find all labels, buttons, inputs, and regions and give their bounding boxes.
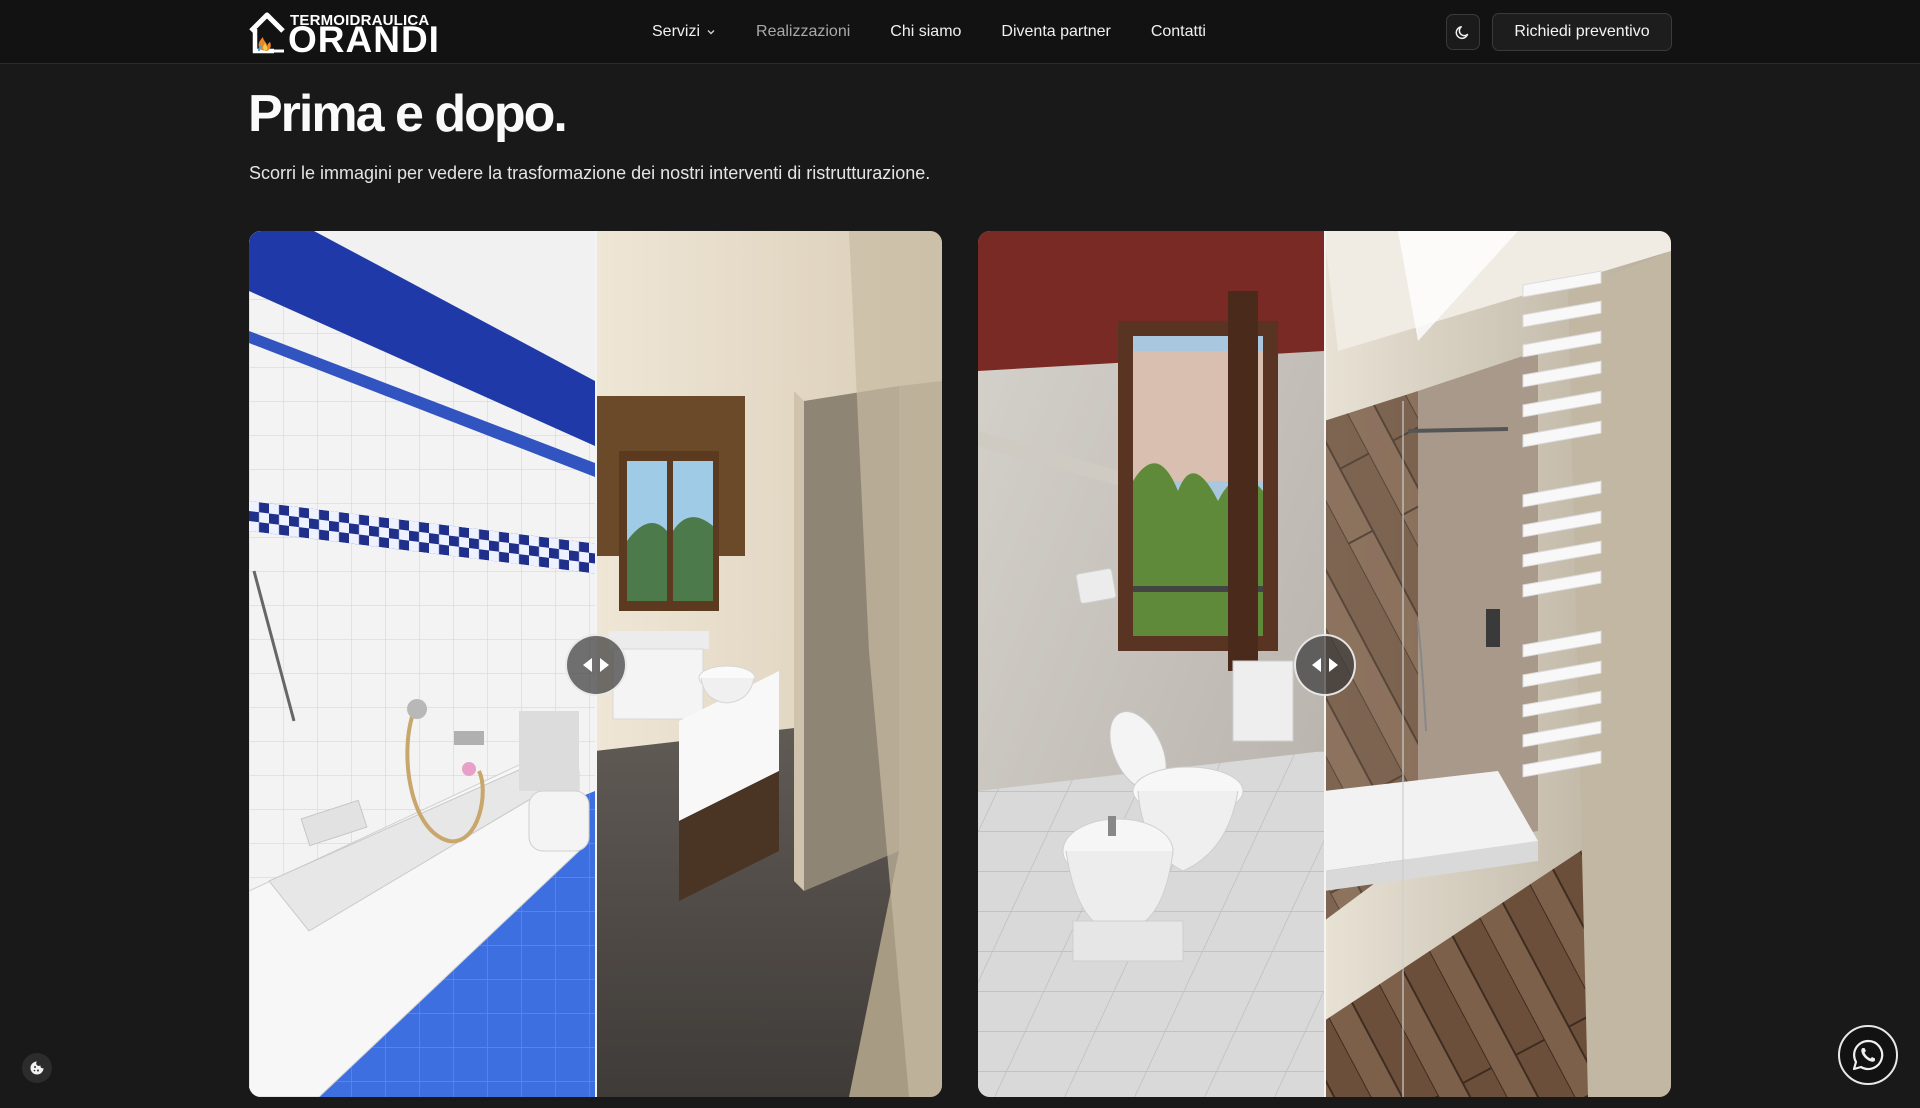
house-flame-icon: [249, 12, 285, 54]
whatsapp-button[interactable]: [1838, 1025, 1898, 1085]
arrows-left-right-icon: [1311, 658, 1338, 672]
theme-toggle-button[interactable]: [1446, 14, 1480, 50]
nav-item-servizi[interactable]: Servizi: [652, 23, 716, 41]
nav-item-label: Realizzazioni: [756, 23, 851, 40]
nav-item-contatti[interactable]: Contatti: [1151, 23, 1206, 41]
cookie-settings-button[interactable]: [22, 1053, 52, 1083]
page-title: Prima e dopo.: [248, 85, 568, 143]
moon-icon: [1455, 26, 1469, 40]
site-header: TERMOIDRAULICA ORANDI Servizi Realizzazi…: [0, 0, 1920, 64]
request-quote-button[interactable]: Richiedi preventivo: [1492, 13, 1672, 51]
slider-handle[interactable]: [564, 634, 627, 696]
nav-item-label: Contatti: [1150, 23, 1206, 40]
nav-item-diventa-partner[interactable]: Diventa partner: [1001, 23, 1110, 41]
site-logo[interactable]: TERMOIDRAULICA ORANDI: [248, 9, 440, 60]
before-after-slider-2[interactable]: [978, 231, 1671, 1097]
page-subtitle: Scorri le immagini per vedere la trasfor…: [249, 163, 931, 183]
nav-item-label: Servizi: [652, 23, 701, 40]
whatsapp-icon: [1852, 1039, 1884, 1071]
arrows-left-right-icon: [582, 658, 609, 672]
nav-item-label: Chi siamo: [890, 23, 962, 40]
logo-wordmark: ORANDI: [288, 19, 440, 60]
nav-item-realizzazioni[interactable]: Realizzazioni: [756, 23, 850, 41]
chevron-down-icon: [707, 30, 715, 35]
main-nav: Servizi Realizzazioni Chi siamo Diventa …: [652, 0, 1246, 64]
slider-handle[interactable]: [1293, 634, 1356, 696]
nav-item-label: Diventa partner: [1001, 23, 1111, 40]
before-after-slider-1[interactable]: [249, 231, 942, 1097]
cookie-icon: [30, 1061, 44, 1075]
nav-item-chi-siamo[interactable]: Chi siamo: [890, 23, 961, 41]
